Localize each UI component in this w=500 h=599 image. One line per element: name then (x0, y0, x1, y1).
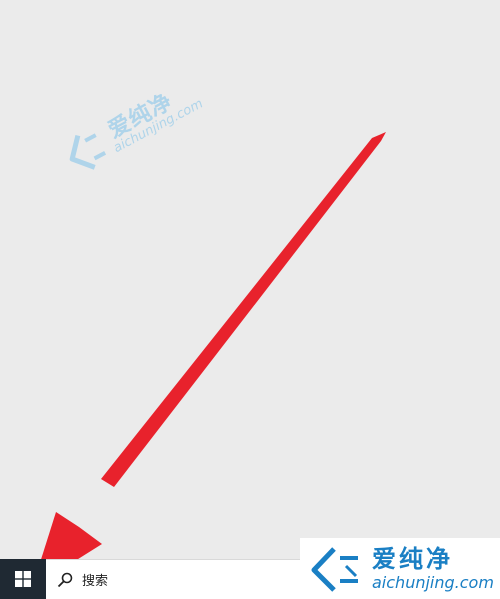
brand-badge: 爱纯净 aichunjing.com (300, 538, 500, 599)
taskbar-search-box[interactable]: 搜索 (46, 559, 300, 599)
desktop-background: 爱纯净 aichunjing.com (0, 0, 500, 560)
brand-text: 爱纯净 aichunjing.com (372, 545, 494, 593)
brand-logo-icon (311, 546, 358, 592)
search-placeholder: 搜索 (82, 574, 109, 589)
start-button[interactable] (0, 559, 46, 599)
brand-name: 爱纯净 (372, 544, 453, 573)
brand-url: aichunjing.com (372, 572, 494, 592)
watermark: 爱纯净 aichunjing.com (28, 35, 230, 225)
search-icon (56, 571, 74, 589)
windows-logo-icon (15, 571, 31, 587)
watermark-logo-icon (69, 133, 107, 170)
